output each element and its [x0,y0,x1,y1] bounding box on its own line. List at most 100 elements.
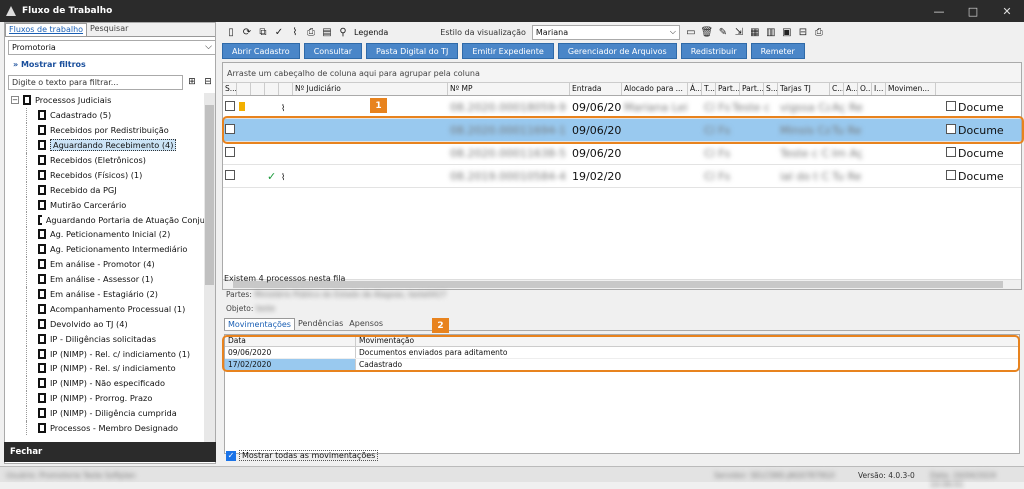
legend-label[interactable]: Legenda [354,28,388,37]
tree-node[interactable]: Devolvido ao TJ (4) [8,316,205,332]
tree-node[interactable]: Em análise - Promotor (4) [8,256,205,272]
action-button-consultar[interactable]: Consultar [303,43,363,59]
tree-node-label: Em análise - Estagiário (2) [50,289,158,300]
tree-node[interactable]: Mutirão Carcerário [8,197,205,213]
edit-icon[interactable]: ✎ [716,25,730,39]
tree-vertical-scrollbar[interactable] [204,93,215,449]
grid-column-header[interactable]: Part... [740,83,764,95]
tab-search[interactable]: Pesquisar [87,23,131,36]
grid-column-header[interactable]: I... [872,83,886,95]
group-icon[interactable]: ⊟ [796,25,810,39]
grid-column-header[interactable] [265,83,279,95]
tree-node[interactable]: IP - Diligências solicitadas [8,331,205,347]
callout-badge-2: 2 [432,318,449,333]
grid-column-header[interactable]: Alocado para ... [622,83,688,95]
tree-node[interactable]: IP (NIMP) - Prorrog. Prazo [8,390,205,406]
refresh-icon[interactable]: ⟳ [240,25,254,39]
tree-node[interactable]: Aguardando Recebimento (4) [8,137,205,153]
copy-icon[interactable]: ⧉ [256,25,270,39]
minimize-button[interactable]: — [922,0,956,22]
printer-icon[interactable]: ⎙ [812,25,826,39]
table-row[interactable]: 08.2020.00011638-5 09/06/20 Cí Fs Teste c C… [223,142,1021,165]
tree-node[interactable]: Recebido da PGJ [8,182,205,198]
filter-input[interactable]: Digite o texto para filtrar... [8,75,183,90]
tree-node[interactable]: Ag. Peticionamento Intermediário [8,241,205,257]
tree-node[interactable]: IP (NIMP) - Rel. c/ indiciamento (1) [8,346,205,362]
action-button-emitir-expediente[interactable]: Emitir Expediente [462,43,554,59]
tree-node[interactable]: Aguardando Portaria de Atuação Conju [8,212,205,228]
row-select-checkbox[interactable] [223,169,237,183]
tree-node[interactable]: Recebidos (Físicos) (1) [8,167,205,183]
check-icon[interactable]: ✓ [272,25,286,39]
grid-column-header[interactable] [237,83,251,95]
expand-tree-icon[interactable]: ⊞ [185,75,199,89]
close-button[interactable]: Fechar [4,442,216,462]
tree-node[interactable]: Cadastrado (5) [8,107,205,123]
table-row[interactable]: ✓ ⌇ 08.2019.00010584-4 19/02/20 Cí Fs ial do … [223,165,1021,188]
tree-node[interactable]: Processos - Membro Designado [8,420,205,436]
tree-node[interactable]: Em análise - Estagiário (2) [8,286,205,302]
document-icon[interactable]: ▯ [224,25,238,39]
tree-node-label: Em análise - Promotor (4) [50,259,155,270]
grid-column-header[interactable]: Nº MP [448,83,570,95]
tree-node[interactable]: Em análise - Assessor (1) [8,271,205,287]
show-filters-link[interactable]: » Mostrar filtros [13,60,86,69]
tree-node[interactable]: IP (NIMP) - Diligência cumprida [8,405,205,421]
tree-guide-line [26,361,27,376]
grid-column-header[interactable]: Part... [716,83,740,95]
tab-workflows[interactable]: Fluxos de trabalho [5,23,88,36]
collapse-tree-icon[interactable]: ⊟ [201,75,215,89]
maximize-button[interactable]: □ [956,0,990,22]
notes-icon[interactable]: ▤ [320,25,334,39]
action-button-pasta-digital-do-tj[interactable]: Pasta Digital do TJ [366,43,459,59]
close-window-button[interactable]: ✕ [990,0,1024,22]
detail-tab-0[interactable]: Movimentações [224,318,295,330]
tree-node[interactable]: Acompanhamento Processual (1) [8,301,205,317]
detail-tab-2[interactable]: Apensos [346,318,386,330]
show-all-movements-checkbox[interactable]: ✓ Mostrar todas as movimentações [226,450,379,461]
table-icon[interactable]: ▦ [748,25,762,39]
columns-icon[interactable]: ▥ [764,25,778,39]
grid-column-header[interactable] [279,83,293,95]
attach-icon[interactable]: ⌇ [288,25,302,39]
tree-guide-line [26,420,27,436]
action-button-abrir-cadastro[interactable]: Abrir Cadastro [222,43,300,59]
save-view-icon[interactable]: ▭ [684,25,698,39]
style-select[interactable]: Mariana ⌵ [531,24,680,40]
grid-column-header[interactable]: S... [223,83,237,95]
grid-column-header[interactable]: Entrada [570,83,622,95]
tree-node[interactable]: Recebidos (Eletrônicos) [8,152,205,168]
collapse-node-icon[interactable]: − [11,96,19,105]
grid-column-header[interactable]: Tarjas TJ [778,83,830,95]
grid-column-header[interactable]: S... [764,83,778,95]
grid-column-header[interactable]: A... [844,83,858,95]
action-button-remeter[interactable]: Remeter [750,43,805,59]
tree-guide-line [26,212,27,228]
grid-column-header[interactable] [251,83,265,95]
grid-column-header[interactable]: C... [830,83,844,95]
grid-column-header[interactable]: O... [858,83,872,95]
print-icon[interactable]: ⎙ [304,25,318,39]
grid-column-header[interactable]: T... [702,83,716,95]
export-icon[interactable]: ⇲ [732,25,746,39]
tree-node[interactable]: IP (NIMP) - Rel. s/ indiciamento [8,361,205,376]
grid-column-header[interactable]: Movimen... [886,83,936,95]
workflow-select[interactable]: Promotoria ⌵ [8,40,216,55]
action-button-redistribuir[interactable]: Redistribuir [680,43,747,59]
tree-root-node[interactable]: − Processos Judiciais [8,93,205,108]
detail-tab-1[interactable]: Pendências [295,318,346,330]
row-select-checkbox[interactable] [223,146,237,160]
grid-column-header[interactable]: Á... [688,83,702,95]
grid-column-header[interactable]: Nº Judiciário [293,83,448,95]
document-icon [38,199,46,210]
document-icon [38,318,46,329]
action-button-gerenciador-de-arquivos[interactable]: Gerenciador de Arquivos [557,43,677,59]
tree-node[interactable]: IP (NIMP) - Não especificado [8,375,205,391]
delete-view-icon[interactable]: 🗑 [700,25,714,39]
movement-cell: Documen [944,146,1004,160]
tree-node[interactable]: Recebidos por Redistribuição [8,122,205,138]
row-select-checkbox[interactable] [223,100,237,114]
legend-icon[interactable]: ⚲ [336,25,350,39]
tree-node[interactable]: Ag. Peticionamento Inicial (2) [8,227,205,242]
filter-view-icon[interactable]: ▣ [780,25,794,39]
